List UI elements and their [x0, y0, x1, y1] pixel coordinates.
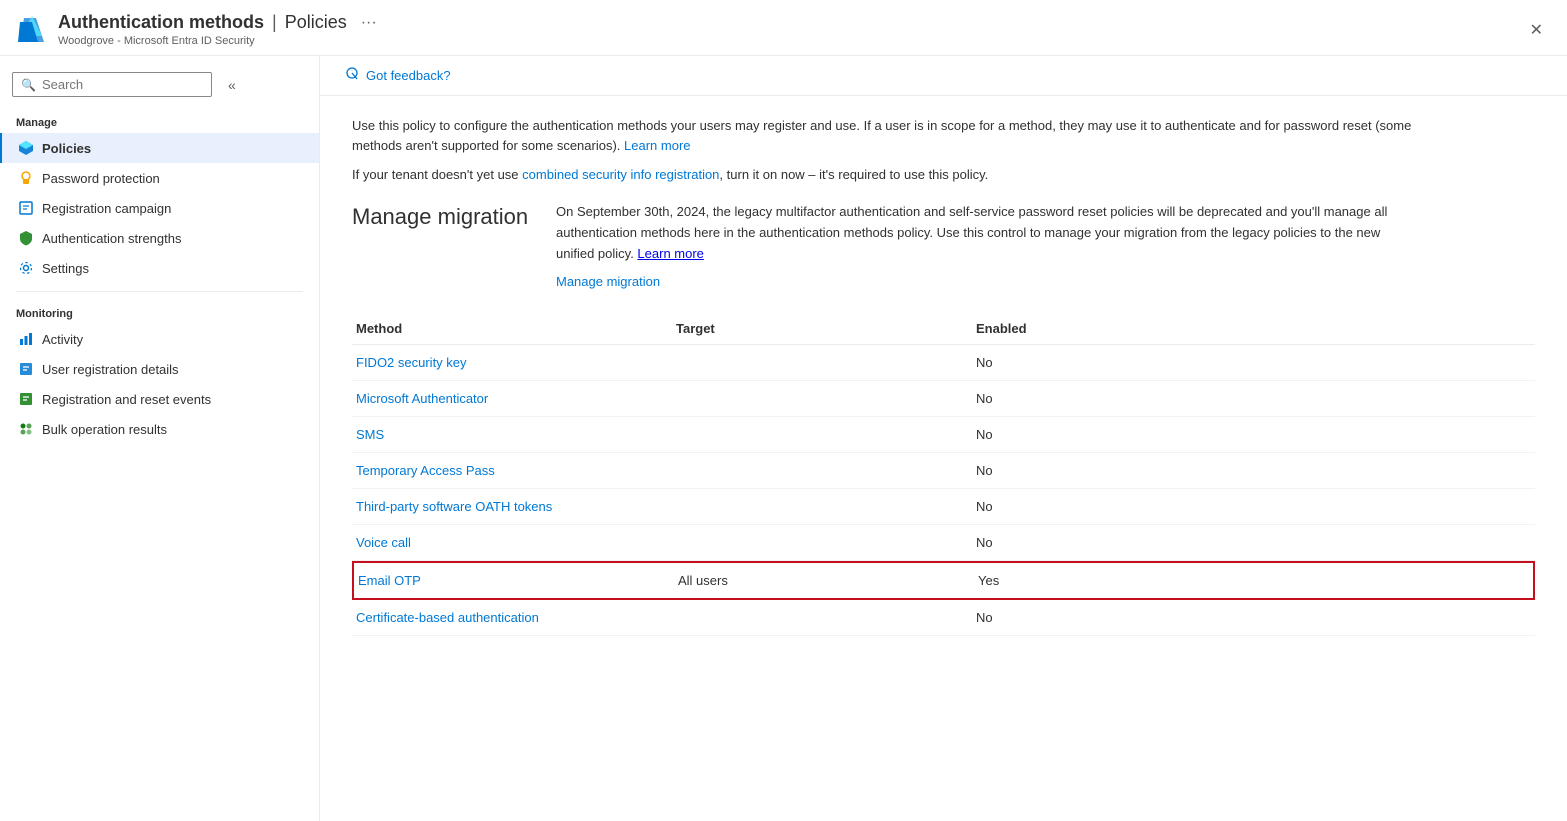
settings-icon [18, 260, 34, 276]
bulk-ops-icon [18, 421, 34, 437]
method-link-4[interactable]: Third-party software OATH tokens [356, 499, 552, 514]
manage-section-label: Manage [0, 109, 319, 133]
registration-campaign-icon [18, 200, 34, 216]
target-cell-6: All users [674, 573, 974, 588]
feedback-icon [344, 66, 360, 85]
table-row[interactable]: FIDO2 security key No [352, 345, 1535, 381]
migration-desc-block: On September 30th, 2024, the legacy mult… [556, 202, 1406, 289]
monitoring-section-label: Monitoring [0, 300, 319, 324]
sidebar-item-auth-strengths-label: Authentication strengths [42, 231, 181, 246]
search-box[interactable]: 🔍 [12, 72, 212, 97]
main-content: Got feedback? Use this policy to configu… [320, 56, 1567, 821]
collapse-button[interactable]: « [228, 77, 236, 93]
sidebar-item-policies[interactable]: Policies [0, 133, 319, 163]
sidebar-item-registration-reset[interactable]: Registration and reset events [0, 384, 319, 414]
manage-migration-link[interactable]: Manage migration [556, 274, 1406, 289]
sidebar-item-reg-reset-label: Registration and reset events [42, 392, 211, 407]
notice-text: If your tenant doesn't yet use combined … [352, 167, 1535, 182]
enabled-cell-6: Yes [974, 573, 1174, 588]
enabled-cell-0: No [972, 355, 1172, 370]
activity-icon [18, 331, 34, 347]
password-protection-icon [18, 170, 34, 186]
migration-title: Manage migration [352, 202, 532, 230]
feedback-bar[interactable]: Got feedback? [320, 56, 1567, 96]
intro-text: Use this policy to configure the authent… [352, 116, 1452, 155]
method-link-1[interactable]: Microsoft Authenticator [356, 391, 488, 406]
sidebar-item-activity[interactable]: Activity [0, 324, 319, 354]
col-target: Target [672, 321, 972, 336]
enabled-cell-1: No [972, 391, 1172, 406]
table-row[interactable]: Voice call No [352, 525, 1535, 561]
method-link-3[interactable]: Temporary Access Pass [356, 463, 495, 478]
close-button[interactable]: ✕ [1522, 16, 1551, 44]
migration-description: On September 30th, 2024, the legacy mult… [556, 202, 1406, 264]
method-link-5[interactable]: Voice call [356, 535, 411, 550]
sidebar: 🔍 « Manage Policies Password protection [0, 56, 320, 821]
page-title: Policies [285, 12, 347, 33]
enabled-cell-4: No [972, 499, 1172, 514]
header-ellipsis[interactable]: ··· [361, 14, 377, 32]
learn-more-link-2[interactable]: Learn more [637, 246, 703, 261]
header-separator: | [272, 12, 277, 33]
learn-more-link-1[interactable]: Learn more [624, 138, 690, 153]
col-enabled: Enabled [972, 321, 1172, 336]
table-body: FIDO2 security keyNoMicrosoft Authentica… [352, 345, 1535, 636]
sidebar-item-password-label: Password protection [42, 171, 160, 186]
table-row[interactable]: Certificate-based authentication No [352, 600, 1535, 636]
sidebar-item-password-protection[interactable]: Password protection [0, 163, 319, 193]
table-header: Method Target Enabled [352, 313, 1535, 345]
enabled-cell-2: No [972, 427, 1172, 442]
layout: 🔍 « Manage Policies Password protection [0, 56, 1567, 821]
reg-reset-icon [18, 391, 34, 407]
sidebar-item-user-reg-label: User registration details [42, 362, 179, 377]
sidebar-item-activity-label: Activity [42, 332, 83, 347]
combined-security-link[interactable]: combined security info registration [522, 167, 719, 182]
table-row[interactable]: Temporary Access Pass No [352, 453, 1535, 489]
table-row[interactable]: SMS No [352, 417, 1535, 453]
policies-icon [18, 140, 34, 156]
feedback-label[interactable]: Got feedback? [366, 68, 451, 83]
migration-section: Manage migration On September 30th, 2024… [352, 202, 1535, 289]
header-title-group: Authentication methods | Policies ··· Wo… [58, 12, 377, 47]
enabled-cell-7: No [972, 610, 1172, 625]
table-row[interactable]: Microsoft Authenticator No [352, 381, 1535, 417]
table-container: Method Target Enabled FIDO2 security key… [352, 313, 1535, 636]
search-container: 🔍 « [0, 64, 319, 109]
header-left: Authentication methods | Policies ··· Wo… [16, 12, 377, 47]
search-input[interactable] [42, 77, 182, 92]
table-row[interactable]: Email OTP All usersYes [352, 561, 1535, 600]
header: Authentication methods | Policies ··· Wo… [0, 0, 1567, 56]
sidebar-item-settings-label: Settings [42, 261, 89, 276]
content-area: Use this policy to configure the authent… [320, 96, 1567, 656]
method-link-2[interactable]: SMS [356, 427, 384, 442]
user-reg-icon [18, 361, 34, 377]
table-row[interactable]: Third-party software OATH tokens No [352, 489, 1535, 525]
method-link-0[interactable]: FIDO2 security key [356, 355, 467, 370]
sidebar-item-bulk-ops[interactable]: Bulk operation results [0, 414, 319, 444]
search-icon: 🔍 [21, 78, 36, 92]
enabled-cell-5: No [972, 535, 1172, 550]
sidebar-item-policies-label: Policies [42, 141, 91, 156]
sidebar-item-registration-label: Registration campaign [42, 201, 171, 216]
azure-logo [16, 14, 48, 46]
method-link-7[interactable]: Certificate-based authentication [356, 610, 539, 625]
sidebar-item-user-reg-details[interactable]: User registration details [0, 354, 319, 384]
sidebar-item-settings[interactable]: Settings [0, 253, 319, 283]
col-method: Method [352, 321, 672, 336]
sidebar-item-registration-campaign[interactable]: Registration campaign [0, 193, 319, 223]
sidebar-divider [16, 291, 303, 292]
org-label: Woodgrove - Microsoft Entra ID Security [58, 35, 377, 47]
method-link-6[interactable]: Email OTP [358, 573, 421, 588]
sidebar-item-bulk-ops-label: Bulk operation results [42, 422, 167, 437]
app-title: Authentication methods [58, 12, 264, 33]
sidebar-item-auth-strengths[interactable]: Authentication strengths [0, 223, 319, 253]
enabled-cell-3: No [972, 463, 1172, 478]
auth-strengths-icon [18, 230, 34, 246]
